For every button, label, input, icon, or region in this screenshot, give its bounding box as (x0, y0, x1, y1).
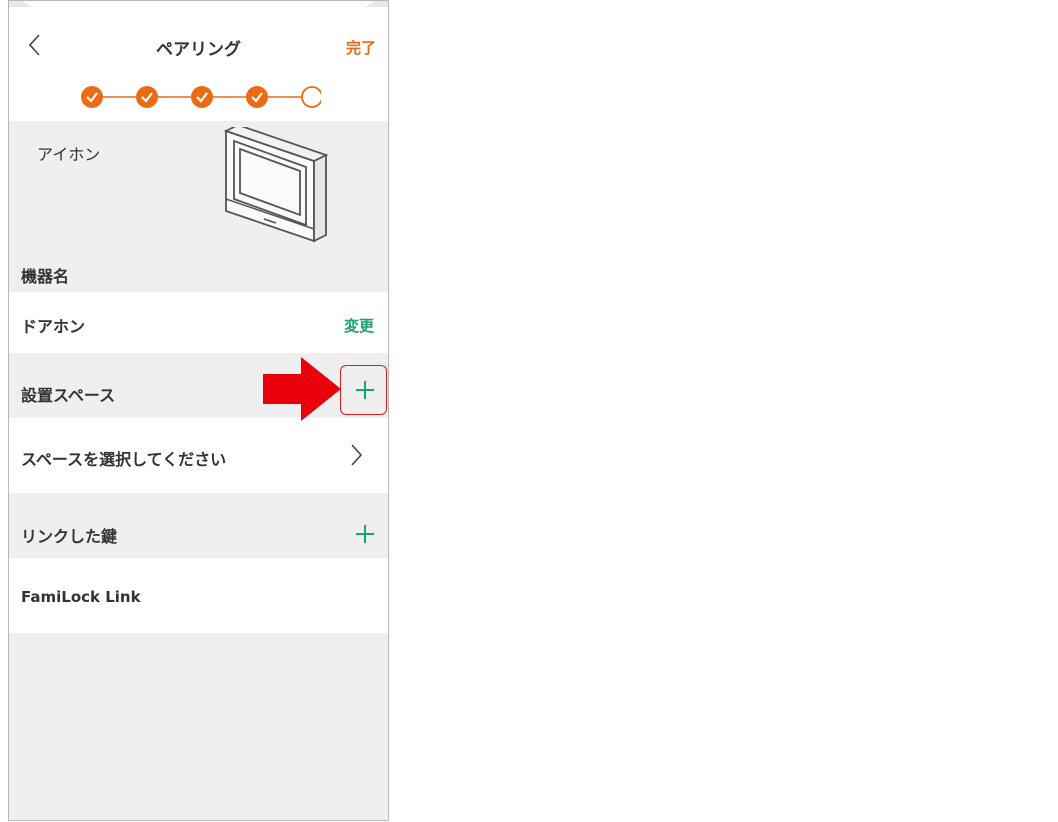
change-button[interactable]: 変更 (344, 315, 374, 336)
step-2-check-icon (136, 86, 158, 108)
space-select-placeholder: スペースを選択してください (21, 450, 227, 469)
linked-lock-row[interactable]: FamiLock Link (9, 558, 388, 633)
step-4-check-icon (246, 86, 268, 108)
device-name-label: 機器名 (21, 267, 70, 286)
device-section: アイホン 機器名 (9, 121, 388, 292)
chevron-right-icon (351, 444, 363, 466)
done-button[interactable]: 完了 (346, 37, 376, 58)
install-space-label: 設置スペース (21, 386, 116, 405)
step-3-check-icon (191, 86, 213, 108)
linked-lock-name: FamiLock Link (21, 588, 141, 606)
intercom-monitor-icon (223, 127, 329, 243)
device-name-row: ドアホン 変更 (9, 292, 388, 353)
step-1-check-icon (81, 86, 103, 108)
header: ペアリング 完了 (9, 7, 388, 121)
add-lock-plus-icon[interactable] (352, 521, 378, 547)
device-brand: アイホン (37, 145, 101, 164)
red-arrow-icon (263, 357, 341, 421)
device-name-value: ドアホン (21, 317, 86, 336)
step-5-empty-icon (301, 86, 321, 108)
highlight-box (340, 365, 387, 415)
linked-lock-label: リンクした鍵 (21, 527, 118, 546)
space-select-row[interactable]: スペースを選択してください (9, 418, 388, 493)
page-title: ペアリング (156, 40, 241, 60)
progress-steps (81, 86, 321, 108)
